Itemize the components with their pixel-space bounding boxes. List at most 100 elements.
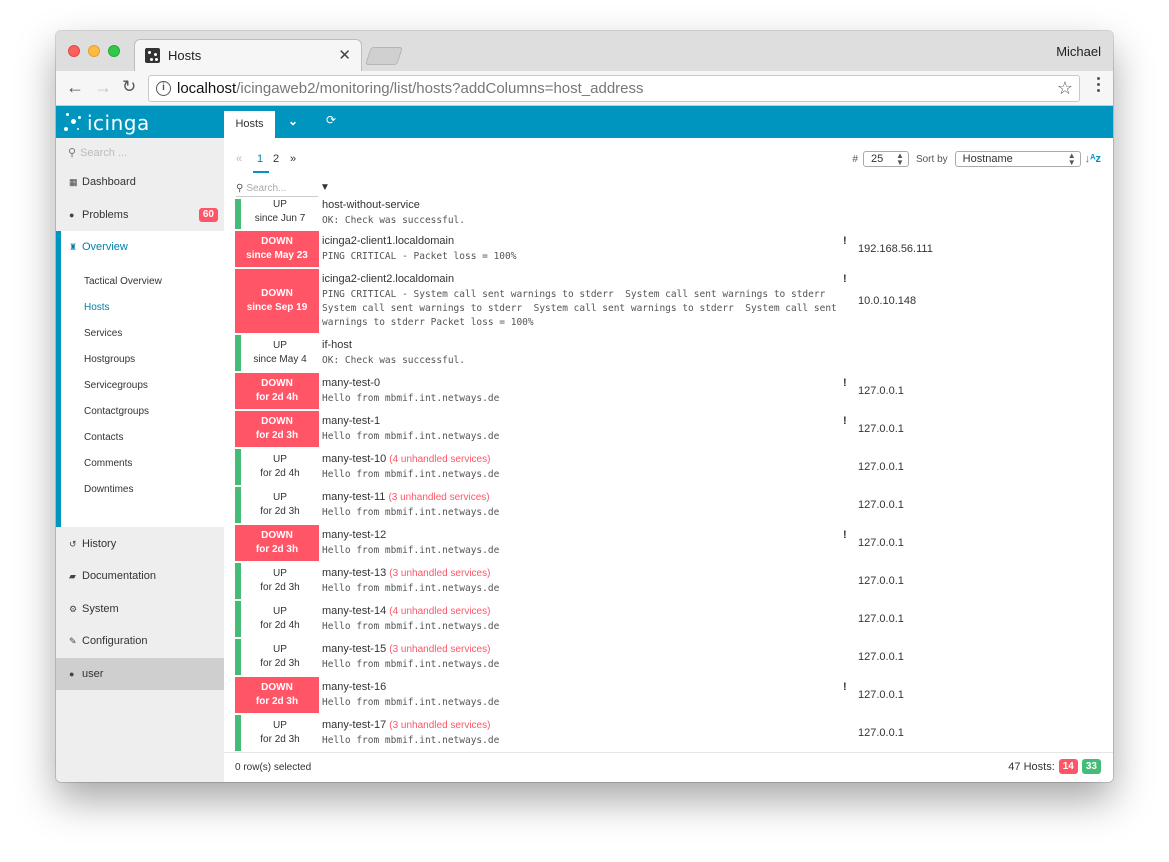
sidebar-subitem-comments[interactable]: Comments: [84, 458, 132, 469]
url-text[interactable]: localhost/icingaweb2/monitoring/list/hos…: [177, 80, 644, 97]
pagination-next[interactable]: »: [290, 153, 296, 165]
sidebar-subitem-contacts[interactable]: Contacts: [84, 432, 123, 443]
host-row[interactable]: DOWN for 2d 3h many-test-16 Hello from mbmi…: [235, 677, 1113, 715]
search-icon: ⚲: [68, 147, 77, 159]
forward-arrow-icon[interactable]: →: [94, 77, 112, 98]
new-tab-button[interactable]: [365, 47, 403, 65]
sidebar-subitem-tactical-overview[interactable]: Tactical Overview: [84, 276, 162, 287]
host-row[interactable]: DOWN since May 23 icinga2-client1.localdom…: [235, 231, 1113, 269]
address-bar[interactable]: i localhost/icingaweb2/monitoring/list/h…: [148, 75, 1080, 102]
host-row[interactable]: UP for 2d 3h many-test-13 (3 unhandled ser…: [235, 563, 1113, 601]
sidebar-item-user[interactable]: ● user: [56, 658, 224, 690]
host-address: 127.0.0.1: [858, 537, 904, 549]
host-name-link[interactable]: many-test-0: [322, 377, 380, 389]
host-row[interactable]: UP for 2d 4h many-test-14 (4 unhandled ser…: [235, 601, 1113, 639]
browser-menu-icon[interactable]: [1097, 77, 1101, 95]
host-check-output: Hello from mbmif.int.netways.de: [322, 735, 500, 746]
sidebar-item-documentation[interactable]: ▰ Documentation: [56, 560, 224, 592]
sidebar-item-overview[interactable]: ♜ Overview: [56, 231, 224, 263]
list-controls: # 25 ▲ ▼ Sort by Hostname ▲ ▼ ↓ᴬz: [852, 151, 1101, 167]
tab-hosts[interactable]: Hosts: [224, 111, 275, 138]
sidebar-item-problems[interactable]: ● Problems 60: [56, 199, 224, 231]
host-row[interactable]: UP for 2d 4h many-test-10 (4 unhandled ser…: [235, 449, 1113, 487]
info-icon[interactable]: i: [156, 81, 171, 96]
host-state-label: UP: [273, 492, 287, 503]
host-name-link[interactable]: many-test-11: [322, 491, 385, 503]
pagination-page-2[interactable]: 2: [273, 153, 279, 165]
host-name-link[interactable]: many-test-17: [322, 719, 386, 731]
host-name-line: many-test-12: [322, 529, 386, 541]
host-state-label: UP: [273, 340, 287, 351]
sidebar-search-input[interactable]: ⚲ Search ...: [68, 146, 127, 159]
back-arrow-icon[interactable]: ←: [66, 77, 84, 98]
host-row[interactable]: UP since Jun 7 host-without-service OK: Che…: [235, 199, 1113, 231]
pagination-page-1[interactable]: 1: [257, 153, 263, 165]
filter-icon[interactable]: ▼: [320, 182, 330, 193]
sidebar-subitem-hostgroups[interactable]: Hostgroups: [84, 354, 135, 365]
hosts-up-badge[interactable]: 33: [1081, 759, 1101, 774]
host-address: 192.168.56.111: [858, 243, 933, 255]
host-state-label: DOWN: [261, 378, 293, 389]
host-row[interactable]: DOWN since Sep 19 icinga2-client2.localdom…: [235, 269, 1113, 335]
sidebar-item-configuration[interactable]: ✎ Configuration: [56, 625, 224, 657]
host-name-link[interactable]: many-test-1: [322, 415, 380, 427]
host-name-line: many-test-17 (3 unhandled services): [322, 719, 490, 731]
sidebar-item-label: Configuration: [82, 635, 148, 647]
host-row[interactable]: DOWN for 2d 4h many-test-0 Hello from mbmif…: [235, 373, 1113, 411]
unhandled-services-count: (4 unhandled services): [389, 454, 491, 465]
pagination-prev[interactable]: «: [236, 153, 242, 165]
host-state-badge: DOWN for 2d 3h: [235, 411, 319, 447]
host-check-output-line: System call sent warnings to stderr Syst…: [322, 303, 837, 314]
host-name-link[interactable]: many-test-10: [322, 453, 386, 465]
exclamation-icon: !: [843, 377, 847, 389]
host-name-link[interactable]: if-host: [322, 339, 352, 351]
host-search-input[interactable]: ⚲ Search...: [236, 183, 318, 197]
limit-select[interactable]: 25 ▲ ▼: [862, 151, 909, 167]
host-row[interactable]: UP for 2d 3h many-test-15 (3 unhandled ser…: [235, 639, 1113, 677]
host-row[interactable]: DOWN for 2d 3h many-test-12 Hello from mbmi…: [235, 525, 1113, 563]
host-name-line: many-test-16: [322, 681, 386, 693]
host-state-badge: UP for 2d 3h: [235, 487, 319, 523]
hosts-down-badge[interactable]: 14: [1058, 759, 1078, 774]
sidebar-subitem-hosts[interactable]: Hosts: [84, 302, 110, 313]
host-name-link[interactable]: many-test-15: [322, 643, 386, 655]
sidebar-subitem-services[interactable]: Services: [84, 328, 122, 339]
minimize-window-button[interactable]: [88, 45, 100, 57]
sidebar-item-history[interactable]: ↺ History: [56, 528, 224, 560]
profile-name[interactable]: Michael: [1056, 44, 1101, 59]
sidebar-item-dashboard[interactable]: ▦ Dashboard: [56, 166, 224, 198]
host-state-duration: since May 4: [253, 354, 307, 365]
host-state-label: UP: [273, 720, 287, 731]
close-window-button[interactable]: [68, 45, 80, 57]
host-name-link[interactable]: many-test-12: [322, 529, 386, 541]
reload-icon[interactable]: ↻: [122, 77, 136, 97]
maximize-window-button[interactable]: [108, 45, 120, 57]
host-row[interactable]: UP for 2d 3h many-test-11 (3 unhandled ser…: [235, 487, 1113, 525]
sidebar-subitem-servicegroups[interactable]: Servicegroups: [84, 380, 148, 391]
host-name-link[interactable]: many-test-14: [322, 605, 386, 617]
sidebar-item-system[interactable]: ⚙ System: [56, 593, 224, 625]
sidebar-subitem-contactgroups[interactable]: Contactgroups: [84, 406, 149, 417]
host-check-output-line: PING CRITICAL - System call sent warning…: [322, 289, 826, 300]
host-name-link[interactable]: host-without-service: [322, 199, 420, 211]
sort-direction-icon[interactable]: ↓ᴬz: [1085, 153, 1101, 165]
bookmark-star-icon[interactable]: ☆: [1057, 78, 1073, 99]
host-name-link[interactable]: many-test-16: [322, 681, 386, 693]
sort-select[interactable]: Hostname ▲ ▼: [954, 151, 1081, 167]
sidebar-subitem-downtimes[interactable]: Downtimes: [84, 484, 133, 495]
sort-label: Sort by: [915, 153, 948, 165]
host-name-link[interactable]: icinga2-client2.localdomain: [322, 273, 454, 285]
sidebar-item-label: Documentation: [82, 570, 156, 582]
host-row[interactable]: DOWN for 2d 3h many-test-1 Hello from mbmif…: [235, 411, 1113, 449]
host-row[interactable]: UP since May 4 if-host OK: Check was succes…: [235, 335, 1113, 373]
browser-tab[interactable]: Hosts ✕: [134, 39, 362, 71]
host-row[interactable]: UP for 2d 3h many-test-17 (3 unhandled ser…: [235, 715, 1113, 752]
host-name-link[interactable]: icinga2-client1.localdomain: [322, 235, 454, 247]
refresh-icon[interactable]: ⟳: [326, 113, 336, 127]
chevron-down-icon[interactable]: ⌄: [288, 114, 298, 128]
host-name-link[interactable]: many-test-13: [322, 567, 386, 579]
close-tab-icon[interactable]: ✕: [338, 46, 351, 64]
icinga-logo[interactable]: icinga: [62, 109, 150, 137]
sidebar-item-label: Overview: [82, 241, 128, 253]
search-icon: ⚲: [236, 183, 244, 194]
